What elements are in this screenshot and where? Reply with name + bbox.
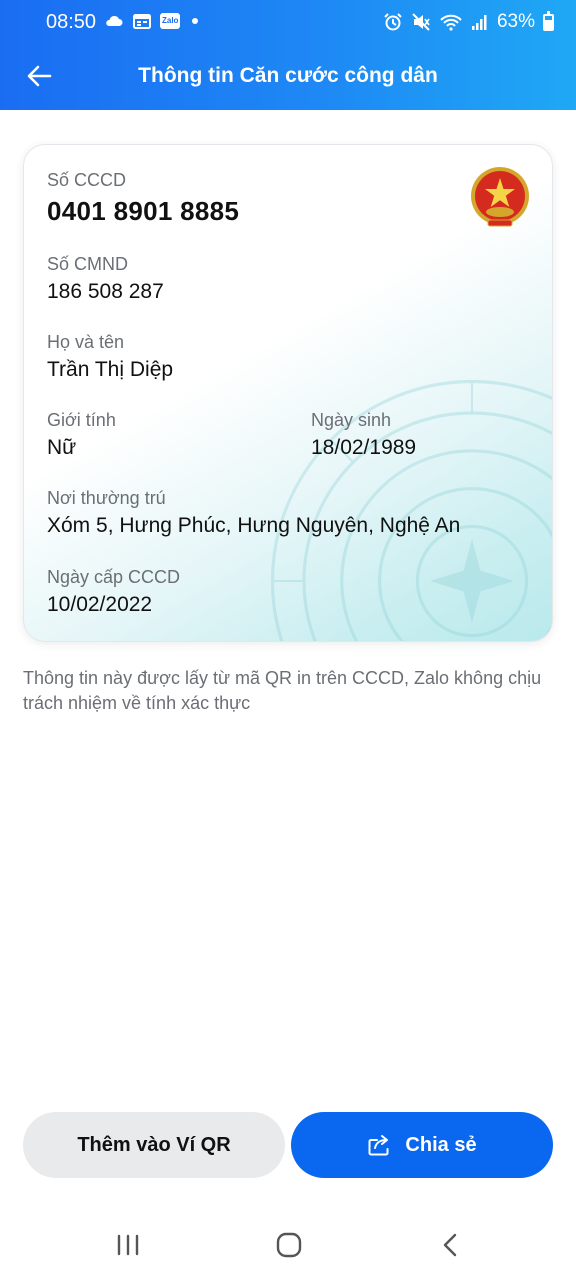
name-label: Họ và tên: [47, 332, 125, 352]
app-header: 08:50 Zalo 63% Thông tin Căn cước công d…: [0, 0, 576, 110]
dob-value: 18/02/1989: [311, 436, 417, 459]
vietnam-emblem-icon: [471, 167, 529, 227]
battery-icon: [543, 10, 554, 31]
status-time: 08:50: [46, 11, 97, 33]
dob-label: Ngày sinh: [311, 410, 392, 430]
cmnd-value: 186 508 287: [47, 280, 164, 303]
signal-icon: [471, 15, 487, 30]
battery-percentage: 63%: [496, 11, 535, 32]
recents-icon[interactable]: [113, 1230, 143, 1260]
issue-date-value: 10/02/2022: [47, 593, 153, 616]
status-left-icons: Zalo: [104, 12, 199, 30]
name-value: Trần Thị Diệp: [47, 358, 174, 381]
share-button[interactable]: Chia sẻ: [291, 1112, 553, 1178]
calendar-icon: [133, 14, 151, 29]
disclaimer-text: Thông tin này được lấy từ mã QR in trên …: [23, 668, 542, 713]
address-value: Xóm 5, Hưng Phúc, Hưng Nguyên, Nghệ An: [47, 514, 461, 537]
alarm-icon: [384, 13, 402, 31]
dot-icon: [192, 18, 199, 24]
add-to-qr-wallet-label: Thêm vào Ví QR: [77, 1133, 231, 1156]
issue-date-label: Ngày cấp CCCD: [47, 567, 181, 587]
citizen-id-card: Số CCCD 0401 8901 8885 Số CMND 186 508 2…: [23, 144, 553, 642]
zalo-icon: Zalo: [160, 13, 181, 29]
page-title: Thông tin Căn cước công dân: [138, 64, 438, 87]
add-to-qr-wallet-button[interactable]: Thêm vào Ví QR: [23, 1112, 285, 1178]
back-icon[interactable]: [436, 1230, 466, 1260]
cccd-label: Số CCCD: [47, 170, 127, 190]
system-nav-bar: [0, 1210, 576, 1280]
share-icon: [368, 1135, 389, 1156]
status-right-icons: 63%: [383, 10, 554, 33]
nav-bar: Thông tin Căn cước công dân: [0, 44, 576, 110]
wifi-icon: [440, 14, 462, 31]
share-label: Chia sẻ: [405, 1133, 477, 1156]
status-bar: 08:50 Zalo 63%: [0, 0, 576, 44]
gender-value: Nữ: [47, 436, 77, 459]
mute-icon: [412, 13, 430, 31]
bronze-drum-watermark-icon: [270, 379, 552, 641]
cmnd-label: Số CMND: [47, 254, 129, 274]
cloud-icon: [106, 15, 123, 26]
home-icon[interactable]: [274, 1230, 304, 1260]
cccd-value: 0401 8901 8885: [47, 196, 240, 226]
gender-label: Giới tính: [47, 410, 116, 430]
address-label: Nơi thường trú: [47, 488, 166, 508]
